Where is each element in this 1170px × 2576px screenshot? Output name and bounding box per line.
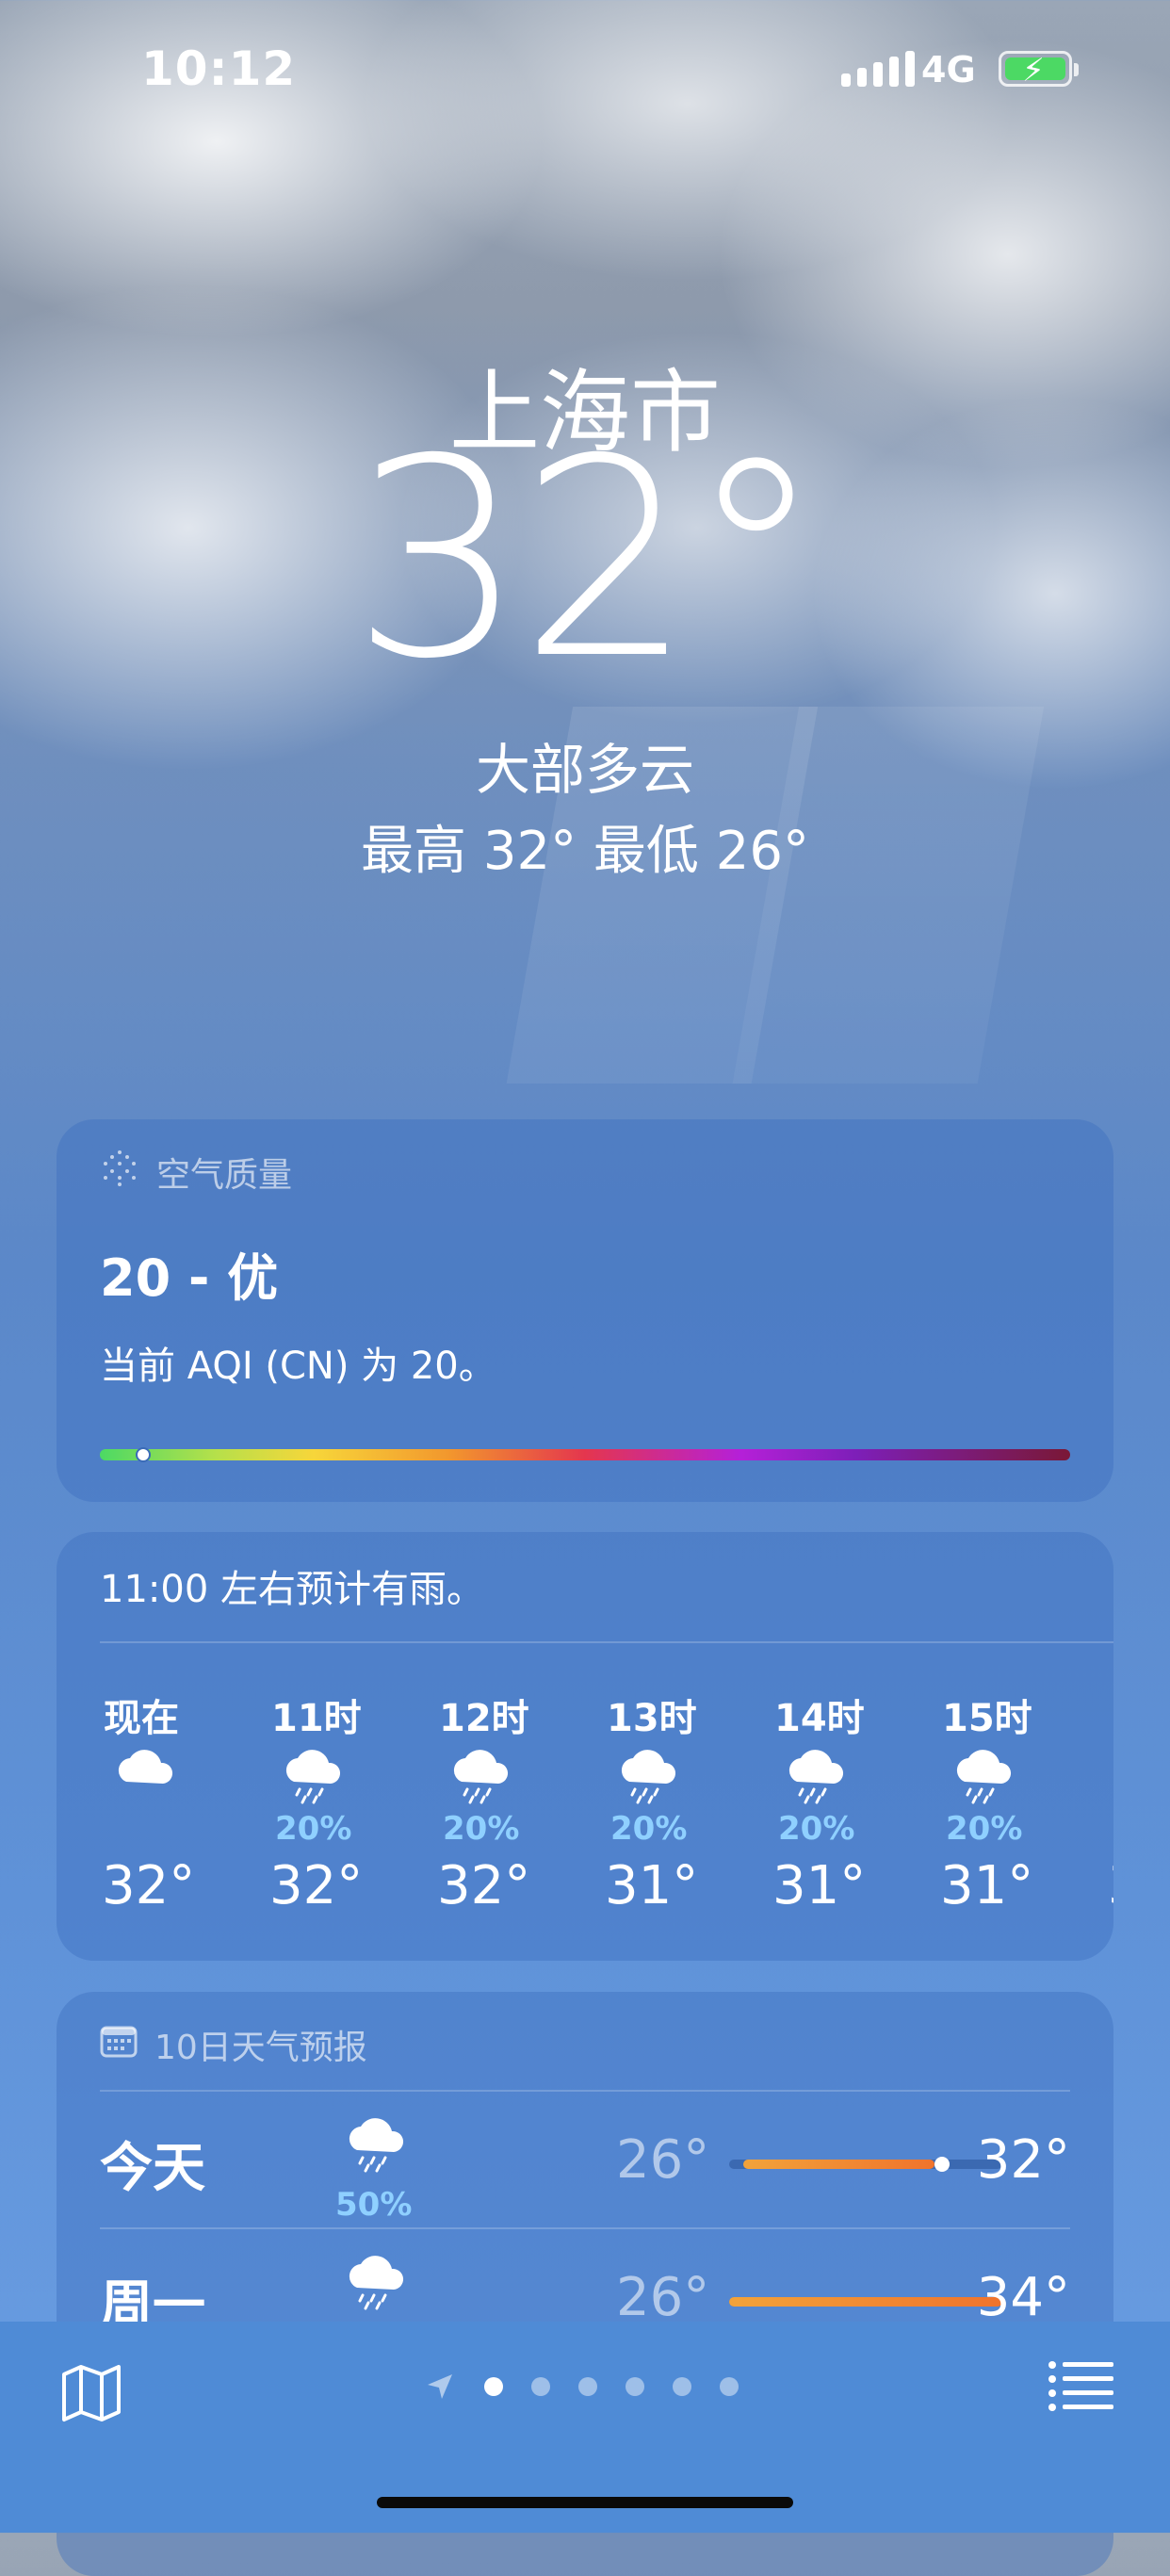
cloud-icon (100, 1744, 268, 1810)
cloud-rain-icon (603, 1744, 771, 1810)
day-label: 今天 (100, 2138, 205, 2199)
location-arrow-icon (428, 2374, 452, 2399)
precip-chance: 20% (946, 1810, 1023, 1848)
page-indicator[interactable] (424, 2371, 739, 2403)
cloud-rain-icon (771, 1744, 938, 1810)
map-icon (62, 2365, 121, 2421)
hourly-item: 16时 20%31° (1106, 1687, 1113, 1916)
high-temperature: 32° (976, 2129, 1070, 2191)
aqi-description: 当前 AQI (CN) 为 20。 (100, 1345, 496, 1388)
hourly-item: 15时 20% 31° (938, 1687, 1106, 1916)
hour-label: 11时 (271, 1697, 362, 1740)
page-dot[interactable] (484, 2377, 503, 2396)
aqi-value: 20 - 优 (100, 1248, 279, 1308)
aqi-icon (100, 1149, 139, 1197)
hour-temperature: 31° (605, 1855, 699, 1916)
precip-chance: 20% (610, 1810, 688, 1848)
precip-chance: 20% (275, 1810, 352, 1848)
precip-chance: 20% (778, 1810, 855, 1848)
city-list-button[interactable] (1048, 2357, 1115, 2418)
precip-chance: 20% (1106, 1810, 1113, 1855)
status-time: 10:12 (141, 41, 297, 96)
hourly-item: 11时 20% 32° (268, 1687, 435, 1916)
precip-chance (100, 1810, 268, 1855)
cloud-rain-icon (268, 1744, 435, 1810)
page-dot[interactable] (531, 2377, 550, 2396)
status-bar: 10:12 4G ⚡ (0, 0, 1170, 132)
ten-day-title: 10日天气预报 (154, 2029, 367, 2067)
hourly-list[interactable]: 现在 32° 11时 20% 32° 12时 20% 32° 13时 20% 31° 14时 20% 31… (100, 1687, 1113, 1916)
air-quality-card[interactable]: 空气质量 20 - 优 当前 AQI (CN) 为 20。 (57, 1119, 1113, 1502)
temperature-range-fill (729, 2297, 1002, 2307)
hour-temperature: 32° (437, 1855, 531, 1916)
hour-temperature: 31° (940, 1855, 1034, 1916)
hour-label: 16时 (1106, 1687, 1113, 1744)
page-dot[interactable] (673, 2377, 691, 2396)
hour-label: 14时 (774, 1697, 865, 1740)
cloud-rain-icon (1106, 1744, 1113, 1810)
cloud-rain-icon (340, 2250, 412, 2314)
list-icon (1048, 2361, 1113, 2411)
hour-temperature: 31° (772, 1855, 867, 1916)
temperature-range-fill (742, 2160, 934, 2169)
battery-icon: ⚡ (999, 51, 1079, 90)
low-temperature: 26° (616, 2267, 710, 2328)
cloud-rain-icon (340, 2112, 412, 2177)
precip-chance: 20% (443, 1810, 520, 1848)
low-temperature: 26° (616, 2129, 710, 2191)
signal-icon (841, 49, 915, 87)
hour-temperature: 32° (269, 1855, 364, 1916)
page-dot[interactable] (578, 2377, 597, 2396)
hour-label: 现在 (104, 1697, 179, 1740)
hour-temperature: 31° (1106, 1855, 1113, 1916)
aqi-scale-bar (100, 1449, 1070, 1460)
high-low: 最高 32° 最低 26° (361, 821, 809, 882)
temperature-range-bar (729, 2157, 1002, 2172)
hour-temperature: 32° (102, 1855, 196, 1916)
page-dot[interactable] (720, 2377, 739, 2396)
cloud-rain-icon (938, 1744, 1106, 1810)
forecast-row[interactable]: 今天 50% 26° 32° (100, 2090, 1070, 2229)
home-indicator (377, 2497, 793, 2508)
hour-label: 13时 (607, 1697, 697, 1740)
hour-label: 15时 (942, 1697, 1032, 1740)
precip-chance: 50% (335, 2186, 413, 2224)
hourly-item: 现在 32° (100, 1687, 268, 1916)
cloud-rain-icon (435, 1744, 603, 1810)
map-button[interactable] (58, 2359, 124, 2429)
page-dot[interactable] (626, 2377, 644, 2396)
hourly-item: 14时 20% 31° (771, 1687, 938, 1916)
aqi-title: 空气质量 (156, 1156, 293, 1195)
hour-label: 12时 (439, 1697, 529, 1740)
hourly-item: 13时 20% 31° (603, 1687, 771, 1916)
current-temperature-marker (934, 2157, 951, 2172)
network-type: 4G (921, 49, 976, 90)
weather-condition: 大部多云 (475, 738, 694, 802)
divider (100, 1641, 1113, 1643)
high-temperature: 34° (976, 2267, 1070, 2328)
current-temperature: 32° (350, 401, 824, 719)
calendar-icon (100, 2024, 138, 2066)
hourly-item: 12时 20% 32° (435, 1687, 603, 1916)
temperature-range-bar (729, 2297, 1002, 2307)
hourly-forecast-card[interactable]: 11:00 左右预计有雨。 现在 32° 11时 20% 32° 12时 20% 32° 13时… (57, 1532, 1113, 1961)
hourly-summary: 11:00 左右预计有雨。 (100, 1568, 484, 1611)
